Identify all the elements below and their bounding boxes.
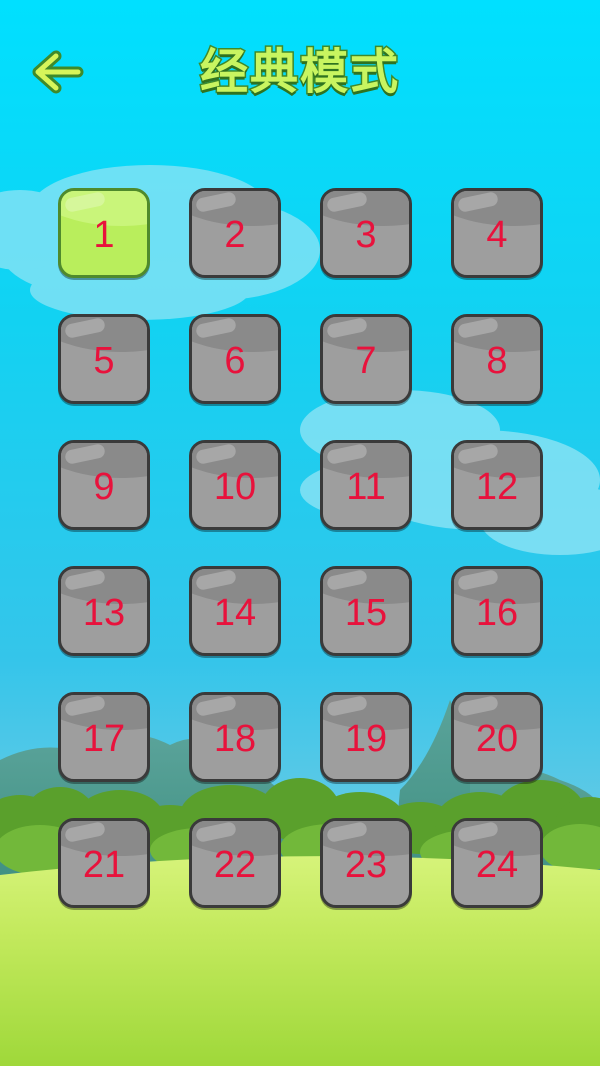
- level-number: 5: [93, 339, 115, 382]
- level-button-19[interactable]: 19: [320, 692, 412, 782]
- level-number: 19: [344, 717, 388, 760]
- level-button-16[interactable]: 16: [451, 566, 543, 656]
- level-button-4[interactable]: 4: [451, 188, 543, 278]
- level-number: 22: [213, 843, 257, 886]
- level-button-20[interactable]: 20: [451, 692, 543, 782]
- level-button-15[interactable]: 15: [320, 566, 412, 656]
- level-number: 13: [82, 591, 126, 634]
- level-number: 18: [213, 717, 257, 760]
- level-number: 20: [475, 717, 519, 760]
- level-number: 15: [344, 591, 388, 634]
- level-button-17[interactable]: 17: [58, 692, 150, 782]
- level-number: 6: [224, 339, 246, 382]
- level-number: 14: [213, 591, 257, 634]
- level-number: 9: [93, 465, 115, 508]
- level-button-24[interactable]: 24: [451, 818, 543, 908]
- level-number: 24: [475, 843, 519, 886]
- level-number: 10: [213, 465, 257, 508]
- level-button-10[interactable]: 10: [189, 440, 281, 530]
- level-number: 7: [355, 339, 377, 382]
- level-number: 1: [93, 213, 115, 256]
- level-button-12[interactable]: 12: [451, 440, 543, 530]
- level-button-23[interactable]: 23: [320, 818, 412, 908]
- level-number: 17: [82, 717, 126, 760]
- level-number: 21: [82, 843, 126, 886]
- level-button-21[interactable]: 21: [58, 818, 150, 908]
- level-number: 8: [486, 339, 508, 382]
- level-number: 2: [224, 213, 246, 256]
- level-button-5[interactable]: 5: [58, 314, 150, 404]
- level-button-11[interactable]: 11: [320, 440, 412, 530]
- level-button-3[interactable]: 3: [320, 188, 412, 278]
- level-button-22[interactable]: 22: [189, 818, 281, 908]
- level-button-13[interactable]: 13: [58, 566, 150, 656]
- level-button-2[interactable]: 2: [189, 188, 281, 278]
- level-number: 4: [486, 213, 508, 256]
- level-button-18[interactable]: 18: [189, 692, 281, 782]
- level-number: 23: [344, 843, 388, 886]
- level-button-1[interactable]: 1: [58, 188, 150, 278]
- level-number: 3: [355, 213, 377, 256]
- game-scene: 经典模式 1 2 3 4 5 6 7 8 9 10 11 12 13 14 15 16 17 18 19 20 21 22…: [0, 0, 600, 1066]
- level-grid: 1 2 3 4 5 6 7 8 9 10 11 12 13 14 15 16 17 18 19 20 21 22 23 24: [0, 0, 600, 1066]
- level-number: 16: [475, 591, 519, 634]
- level-button-8[interactable]: 8: [451, 314, 543, 404]
- level-button-6[interactable]: 6: [189, 314, 281, 404]
- level-button-9[interactable]: 9: [58, 440, 150, 530]
- level-button-14[interactable]: 14: [189, 566, 281, 656]
- level-number: 11: [346, 465, 386, 508]
- level-button-7[interactable]: 7: [320, 314, 412, 404]
- level-number: 12: [475, 465, 519, 508]
